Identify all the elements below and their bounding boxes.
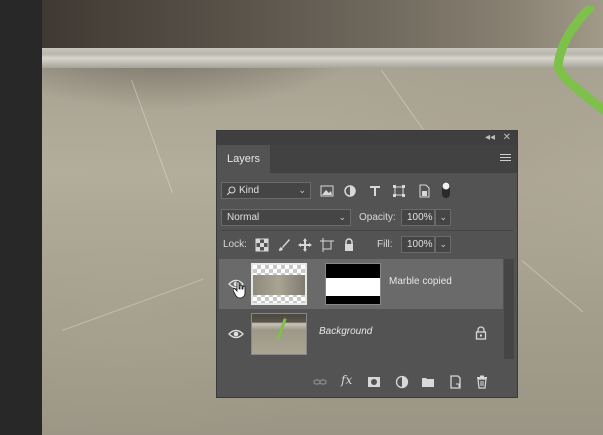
panel-titlebar[interactable]: ◂◂ ✕ — [217, 131, 517, 145]
layer-mask-thumbnail[interactable] — [325, 263, 381, 305]
lock-all-icon[interactable] — [342, 238, 356, 252]
layers-panel: ◂◂ ✕ Layers Kind ⌄ Normal ⌄ Opacity: 100… — [216, 130, 518, 398]
opacity-label: Opacity: — [359, 212, 396, 223]
lock-image-pixels-icon[interactable] — [277, 238, 291, 252]
left-toolbar-edge — [0, 0, 42, 435]
blend-mode-dropdown[interactable]: Normal ⌄ — [221, 209, 351, 226]
layer-row-marble-copied[interactable]: Marble copied — [219, 259, 503, 309]
marble-vein — [521, 260, 584, 313]
layer-lock-icon[interactable] — [475, 326, 487, 340]
fill-label: Fill: — [377, 239, 393, 250]
thumbnail-green-stroke — [276, 318, 287, 340]
layer-thumbnail[interactable] — [251, 263, 307, 305]
tab-layers[interactable]: Layers — [217, 145, 271, 173]
kind-filter-dropdown[interactable]: Kind ⌄ — [221, 182, 311, 199]
search-icon — [227, 186, 236, 195]
blend-row: Normal ⌄ Opacity: 100% ⌄ — [217, 208, 517, 228]
panel-bottom-toolbar: fx — [217, 367, 517, 397]
opacity-slider-button[interactable]: ⌄ — [435, 209, 451, 226]
link-layers-icon[interactable] — [313, 375, 327, 389]
canvas-dark-region — [42, 0, 603, 48]
chevron-down-icon: ⌄ — [439, 212, 447, 222]
chevron-down-icon: ⌄ — [439, 239, 447, 249]
filter-toggle-icon[interactable] — [441, 181, 451, 199]
panel-menu-icon[interactable] — [500, 154, 511, 163]
chevron-down-icon: ⌄ — [298, 185, 306, 195]
kind-label: Kind — [239, 185, 260, 196]
green-brush-stroke — [553, 6, 603, 115]
opacity-field[interactable]: 100% — [401, 209, 435, 226]
divider — [221, 230, 513, 231]
new-group-icon[interactable] — [421, 375, 435, 389]
lock-transparent-pixels-icon[interactable] — [255, 238, 269, 252]
lock-label: Lock: — [223, 239, 247, 250]
visibility-eye-icon[interactable] — [228, 326, 244, 342]
layers-scrollbar[interactable] — [504, 259, 514, 359]
lock-row: Lock: Fill: 100% ⌄ — [217, 235, 517, 255]
collapse-panel-icon[interactable]: ◂◂ — [485, 131, 495, 145]
chevron-down-icon: ⌄ — [338, 212, 346, 222]
new-layer-icon[interactable] — [448, 375, 462, 389]
thumbnail-marble-content — [253, 275, 305, 295]
layer-thumbnail[interactable] — [251, 313, 307, 355]
trash-icon[interactable] — [475, 375, 489, 389]
fill-slider-button[interactable]: ⌄ — [435, 236, 451, 253]
type-filter-icon[interactable] — [368, 184, 382, 198]
layer-name[interactable]: Marble copied — [389, 276, 452, 287]
lock-position-icon[interactable] — [298, 238, 312, 252]
lock-artboard-icon[interactable] — [320, 238, 334, 252]
layers-list: Marble copied Background — [219, 259, 503, 359]
adjustment-filter-icon[interactable] — [343, 184, 357, 198]
adjustment-layer-icon[interactable] — [395, 375, 409, 389]
hand-cursor-icon — [233, 281, 246, 299]
smart-object-filter-icon[interactable] — [417, 184, 431, 198]
marble-vein — [62, 278, 204, 331]
fill-field[interactable]: 100% — [401, 236, 435, 253]
shape-filter-icon[interactable] — [392, 184, 406, 198]
layer-row-background[interactable]: Background — [219, 309, 503, 359]
add-mask-icon[interactable] — [367, 375, 381, 389]
panel-tab-row: Layers — [217, 145, 517, 173]
image-filter-icon[interactable] — [320, 184, 334, 198]
layer-name[interactable]: Background — [319, 326, 372, 337]
canvas-metal-rail — [42, 48, 603, 68]
close-panel-icon[interactable]: ✕ — [503, 131, 511, 145]
fx-icon[interactable]: fx — [341, 373, 357, 387]
marble-vein — [131, 80, 174, 194]
blend-mode-value: Normal — [227, 212, 260, 223]
filter-row: Kind ⌄ — [217, 181, 517, 201]
